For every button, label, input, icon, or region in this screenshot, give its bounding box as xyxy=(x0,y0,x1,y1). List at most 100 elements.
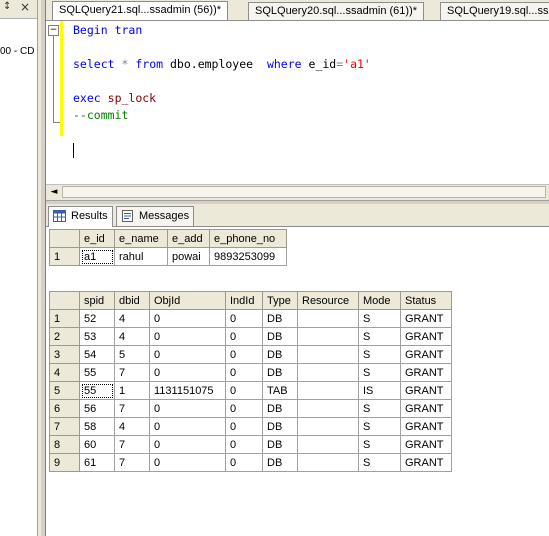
column-header[interactable]: e_phone_no xyxy=(209,229,287,248)
table-cell[interactable]: GRANT xyxy=(400,417,452,436)
tab-sqlquery21[interactable]: SQLQuery21.sql...ssadmin (56))* xyxy=(52,1,229,20)
table-cell[interactable] xyxy=(297,381,359,400)
table-cell[interactable]: GRANT xyxy=(400,399,452,418)
table-cell[interactable]: S xyxy=(358,345,401,364)
table-cell[interactable]: S xyxy=(358,399,401,418)
table-cell[interactable]: DB xyxy=(262,435,298,454)
table-cell[interactable]: 0 xyxy=(149,399,226,418)
query-editor[interactable]: − Begin tran select * from dbo.employee … xyxy=(46,21,549,184)
table-cell[interactable]: 0 xyxy=(149,327,226,346)
tree-node-text[interactable]: 00 - CD xyxy=(0,46,34,57)
table-cell[interactable]: 0 xyxy=(149,345,226,364)
tab-messages[interactable]: Messages xyxy=(116,206,195,226)
table-cell[interactable]: 7 xyxy=(114,453,150,472)
table-cell[interactable]: 4 xyxy=(114,309,150,328)
table-cell[interactable]: rahul xyxy=(114,247,168,266)
table-cell[interactable]: DB xyxy=(262,363,298,382)
table-cell[interactable]: S xyxy=(358,417,401,436)
table-cell[interactable]: GRANT xyxy=(400,327,452,346)
tab-sqlquery19[interactable]: SQLQuery19.sql...ss xyxy=(440,2,549,20)
table-cell[interactable]: S xyxy=(358,309,401,328)
table-cell[interactable]: 7 xyxy=(114,399,150,418)
column-header[interactable]: Status xyxy=(400,291,452,310)
table-cell[interactable] xyxy=(297,327,359,346)
result-grid-locks[interactable]: spid dbid ObjId IndId Type Resource Mode Status… xyxy=(49,291,452,472)
table-cell[interactable]: S xyxy=(358,453,401,472)
table-cell[interactable]: 60 xyxy=(79,435,115,454)
table-cell[interactable]: DB xyxy=(262,327,298,346)
table-cell[interactable]: 55 xyxy=(79,381,115,400)
table-cell[interactable]: GRANT xyxy=(400,435,452,454)
row-number[interactable]: 6 xyxy=(49,399,80,418)
table-cell[interactable]: DB xyxy=(262,399,298,418)
row-number[interactable]: 1 xyxy=(49,309,80,328)
table-cell[interactable]: DB xyxy=(262,417,298,436)
table-cell[interactable]: 9893253099 xyxy=(209,247,287,266)
editor-hscrollbar[interactable]: ◄ xyxy=(46,184,549,200)
row-number[interactable]: 3 xyxy=(49,345,80,364)
table-cell[interactable]: 58 xyxy=(79,417,115,436)
column-header[interactable]: spid xyxy=(79,291,115,310)
column-header[interactable]: Mode xyxy=(358,291,401,310)
table-cell[interactable]: 0 xyxy=(225,327,263,346)
row-number[interactable]: 4 xyxy=(49,363,80,382)
scroll-left-icon[interactable]: ◄ xyxy=(48,186,60,198)
table-cell[interactable]: GRANT xyxy=(400,381,452,400)
table-cell[interactable]: 0 xyxy=(149,453,226,472)
table-cell[interactable]: 0 xyxy=(225,345,263,364)
table-row[interactable]: 6 56 7 0 0 DB S GRANT xyxy=(49,399,452,418)
table-cell[interactable]: TAB xyxy=(262,381,298,400)
table-row[interactable]: 1 52 4 0 0 DB S GRANT xyxy=(49,309,452,328)
table-cell[interactable]: 55 xyxy=(79,363,115,382)
table-cell[interactable]: 1131151075 xyxy=(149,381,226,400)
column-header[interactable]: IndId xyxy=(225,291,263,310)
table-cell[interactable] xyxy=(297,399,359,418)
table-cell[interactable]: GRANT xyxy=(400,345,452,364)
table-row[interactable]: 3 54 5 0 0 DB S GRANT xyxy=(49,345,452,364)
result-grid-employee[interactable]: e_id e_name e_add e_phone_no 1 a1 rahul powai 9… xyxy=(49,229,287,266)
close-icon[interactable]: × xyxy=(20,0,30,14)
table-cell[interactable]: 54 xyxy=(79,345,115,364)
table-cell[interactable]: 0 xyxy=(225,381,263,400)
table-cell[interactable]: DB xyxy=(262,309,298,328)
column-header[interactable]: e_add xyxy=(167,229,210,248)
table-row[interactable]: 7 58 4 0 0 DB S GRANT xyxy=(49,417,452,436)
table-cell[interactable]: 0 xyxy=(225,399,263,418)
table-cell[interactable]: 0 xyxy=(149,417,226,436)
table-cell[interactable]: powai xyxy=(167,247,210,266)
table-cell[interactable]: GRANT xyxy=(400,363,452,382)
table-cell[interactable]: 0 xyxy=(225,417,263,436)
row-number[interactable]: 1 xyxy=(49,247,80,266)
scroll-thumb[interactable] xyxy=(62,186,546,198)
table-cell[interactable]: 0 xyxy=(225,453,263,472)
table-cell[interactable]: 52 xyxy=(79,309,115,328)
table-cell[interactable] xyxy=(297,453,359,472)
table-row[interactable]: 4 55 7 0 0 DB S GRANT xyxy=(49,363,452,382)
pin-icon[interactable]: ↕ xyxy=(3,1,11,12)
column-header[interactable]: e_id xyxy=(79,229,115,248)
table-row[interactable]: 9 61 7 0 0 DB S GRANT xyxy=(49,453,452,472)
table-row[interactable]: 5 55 1 1131151075 0 TAB IS GRANT xyxy=(49,381,452,400)
row-number[interactable]: 8 xyxy=(49,435,80,454)
table-cell[interactable] xyxy=(297,417,359,436)
table-cell[interactable]: 56 xyxy=(79,399,115,418)
table-cell[interactable]: 7 xyxy=(114,435,150,454)
row-number[interactable]: 2 xyxy=(49,327,80,346)
table-cell[interactable]: 0 xyxy=(149,363,226,382)
column-header[interactable]: ObjId xyxy=(149,291,226,310)
table-cell[interactable]: 0 xyxy=(149,309,226,328)
column-header[interactable]: dbid xyxy=(114,291,150,310)
table-row[interactable]: 2 53 4 0 0 DB S GRANT xyxy=(49,327,452,346)
table-cell[interactable] xyxy=(297,435,359,454)
table-cell[interactable]: 53 xyxy=(79,327,115,346)
column-header[interactable]: Type xyxy=(262,291,298,310)
table-cell[interactable] xyxy=(297,363,359,382)
table-cell[interactable]: S xyxy=(358,327,401,346)
table-cell[interactable]: 7 xyxy=(114,363,150,382)
column-header[interactable]: Resource xyxy=(297,291,359,310)
table-cell[interactable]: DB xyxy=(262,345,298,364)
row-number[interactable]: 9 xyxy=(49,453,80,472)
table-cell[interactable]: 5 xyxy=(114,345,150,364)
table-cell[interactable]: GRANT xyxy=(400,453,452,472)
table-cell[interactable]: 0 xyxy=(225,435,263,454)
